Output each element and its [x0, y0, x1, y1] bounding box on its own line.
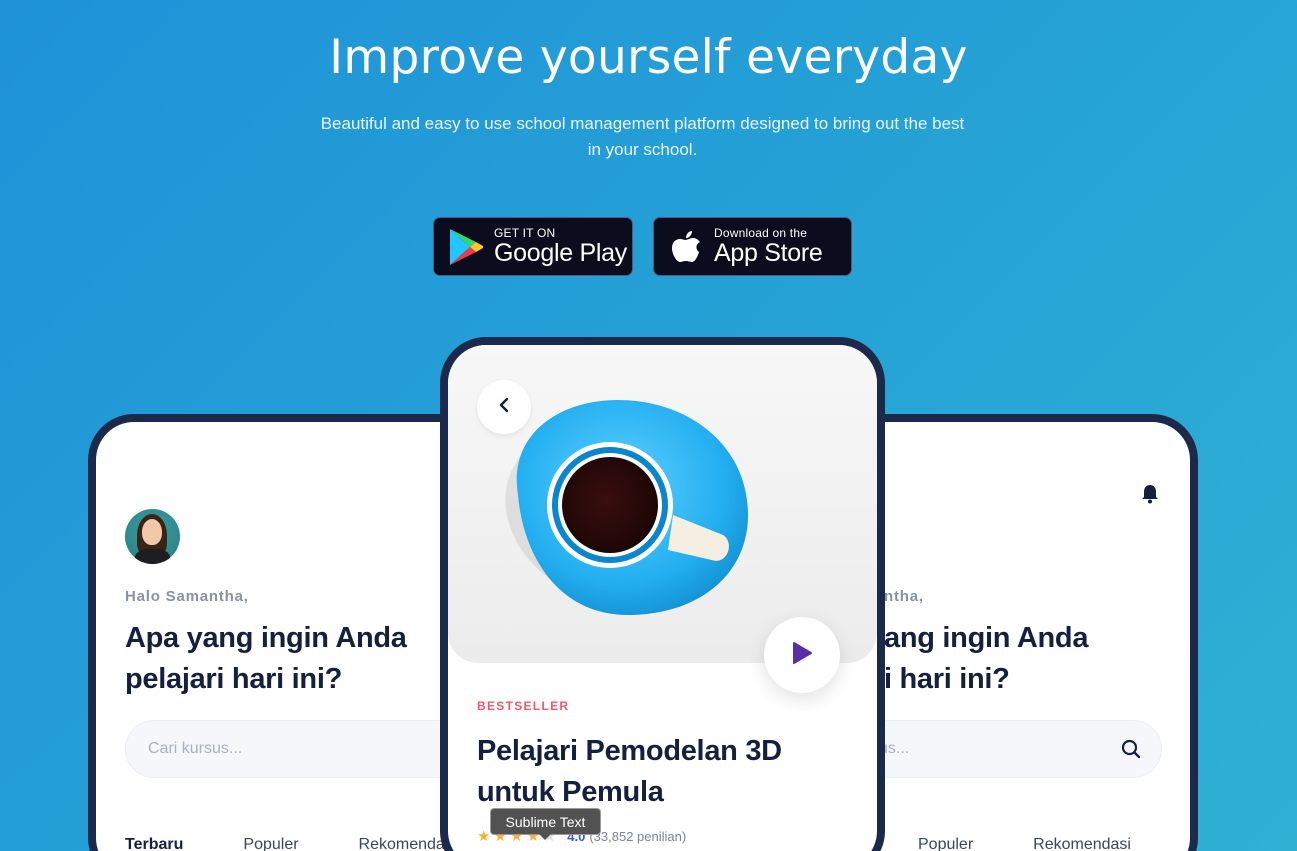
- star-icon: ★: [477, 828, 491, 845]
- hero-subtitle: Beautiful and easy to use school managem…: [320, 114, 965, 159]
- bell-icon[interactable]: [1141, 484, 1159, 504]
- left-phone-mockup: Halo Samantha, Apa yang ingin Anda pelaj…: [88, 414, 488, 851]
- google-play-small-text: GET IT ON: [494, 226, 556, 240]
- course-tabs-right: Populer Rekomendasi: [918, 836, 1190, 851]
- course-tabs: Terbaru Populer Rekomendasi: [125, 836, 480, 851]
- play-icon: [791, 641, 813, 670]
- rating-count: (33,852 penilian): [589, 828, 687, 844]
- center-phone-screen: BESTSELLER Pelajari Pemodelan 3D untuk P…: [448, 345, 877, 851]
- tab-terbaru[interactable]: Terbaru: [125, 836, 183, 851]
- center-phone-mockup: BESTSELLER Pelajari Pemodelan 3D untuk P…: [440, 337, 885, 851]
- tab-populer[interactable]: Populer: [243, 836, 298, 851]
- google-play-button[interactable]: GET IT ON Google Play: [433, 217, 633, 276]
- left-phone-screen: Halo Samantha, Apa yang ingin Anda pelaj…: [96, 422, 480, 851]
- app-store-big-text: App Store: [714, 239, 823, 267]
- back-button[interactable]: [477, 380, 531, 434]
- right-phone-screen: ntha, ang ingin Anda i hari ini? sus... …: [838, 422, 1190, 851]
- app-store-button[interactable]: Download on the App Store: [653, 217, 852, 276]
- avatar[interactable]: [125, 509, 180, 564]
- search-icon[interactable]: [1121, 739, 1141, 764]
- google-play-big-text: Google Play: [494, 239, 627, 267]
- question-heading: Apa yang ingin Anda pelajari hari ini?: [125, 622, 407, 695]
- bestseller-badge: BESTSELLER: [477, 699, 570, 713]
- greeting: Halo Samantha,: [125, 588, 249, 605]
- course-title: Pelajari Pemodelan 3D untuk Pemula: [477, 735, 782, 808]
- play-button[interactable]: [764, 617, 840, 693]
- app-store-small-text: Download on the: [714, 226, 808, 240]
- hero-title: Improve yourself everyday: [329, 30, 968, 85]
- question-line2: i hari ini?: [884, 663, 1010, 695]
- chevron-left-icon: [497, 397, 511, 418]
- apple-icon: [666, 227, 706, 267]
- tab-populer-right[interactable]: Populer: [918, 836, 973, 851]
- right-phone-mockup: ntha, ang ingin Anda i hari ini? sus... …: [830, 414, 1198, 851]
- question-heading-right: ang ingin Anda i hari ini?: [884, 618, 1184, 700]
- search-input[interactable]: Cari kursus...: [125, 720, 465, 778]
- tooltip: Sublime Text: [490, 808, 601, 840]
- tab-rekomendasi-right[interactable]: Rekomendasi: [1033, 836, 1131, 851]
- question-line1: ang ingin Anda: [884, 622, 1089, 654]
- search-input-right[interactable]: sus...: [838, 720, 1162, 778]
- greeting-right: ntha,: [884, 588, 924, 605]
- google-play-icon: [446, 227, 486, 267]
